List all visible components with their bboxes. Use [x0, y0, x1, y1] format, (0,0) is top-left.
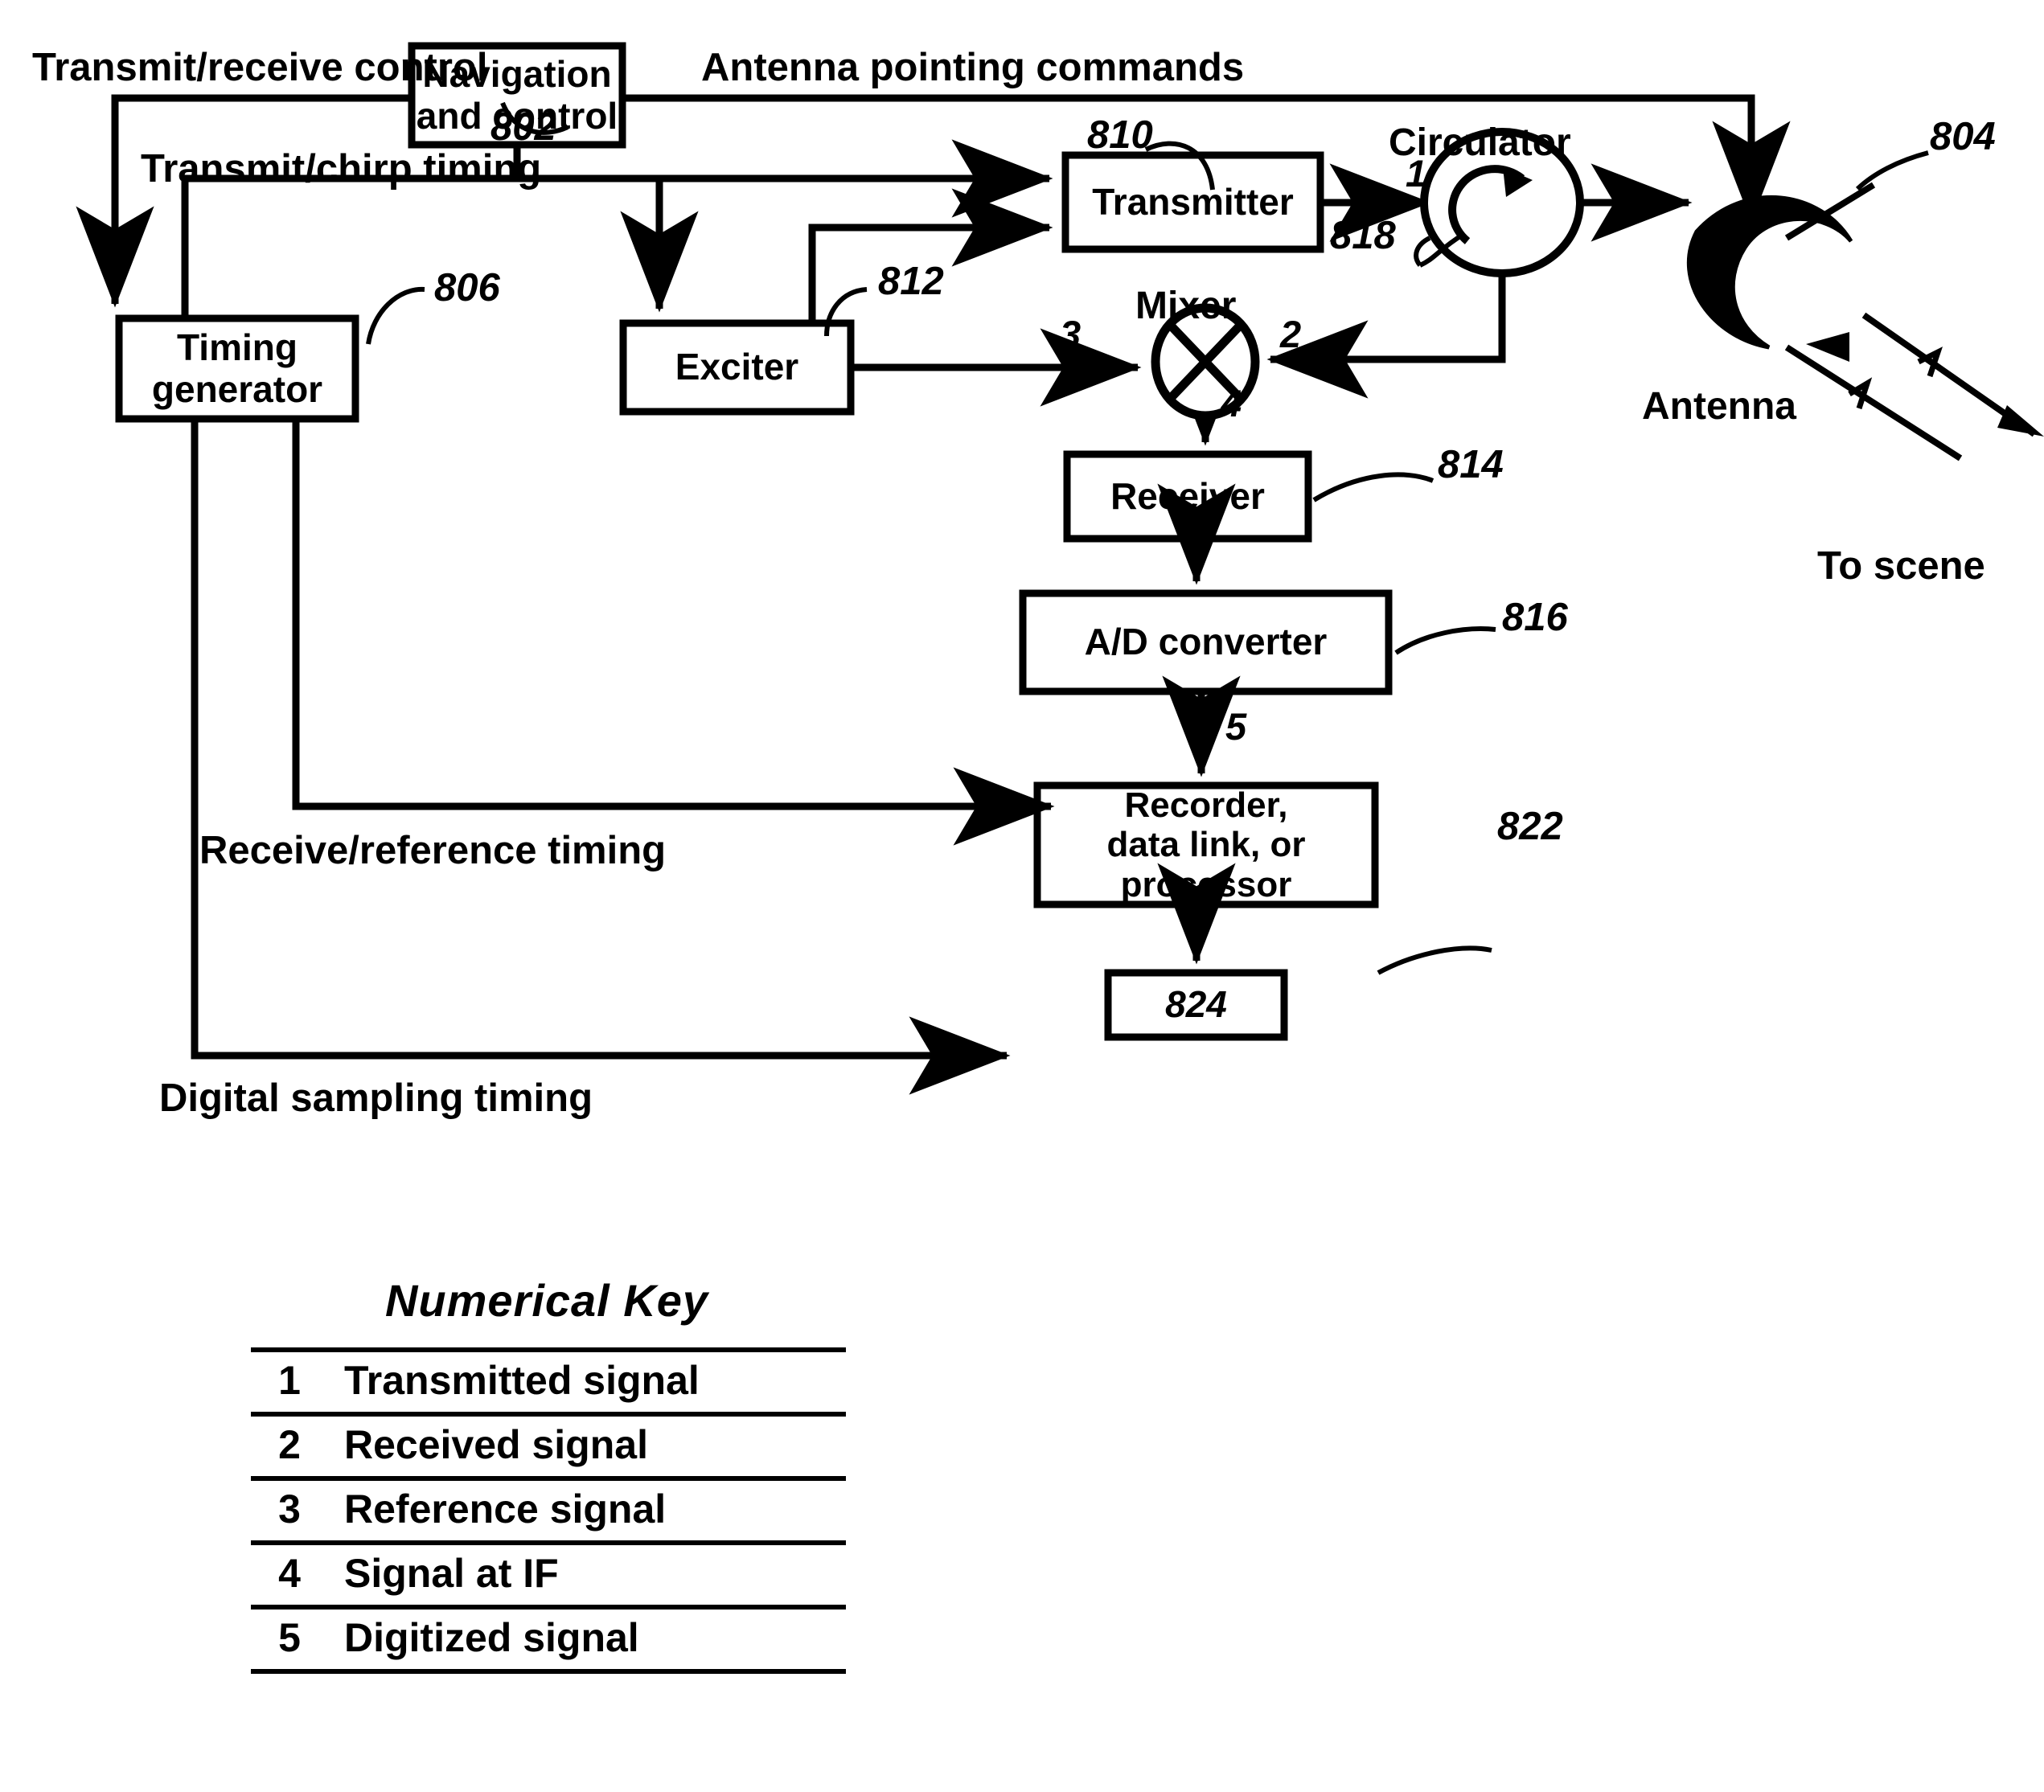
- antenna-pointing-commands-label: Antenna pointing commands: [701, 46, 1245, 89]
- diagram-canvas: Navigation and control Timing generator …: [0, 0, 2044, 1792]
- antenna-dish-icon[interactable]: [1686, 195, 1853, 350]
- table-row: 5 Digitized signal: [251, 1605, 846, 1674]
- reference-numeral-804: 804: [1930, 115, 1996, 158]
- digital-sampling-timing-label: Digital sampling timing: [159, 1076, 593, 1120]
- signal-number-1: 1: [1406, 152, 1427, 195]
- transmit-receive-control-label: Transmit/receive control: [32, 46, 488, 89]
- to-scene-label: To scene: [1817, 544, 1985, 588]
- leader-804: [1855, 150, 1929, 191]
- table-row: 1 Transmitted signal: [251, 1347, 846, 1417]
- terminal-824-label: 824: [1165, 983, 1227, 1026]
- recorder-label: Recorder, data link, or processor: [1106, 785, 1306, 904]
- wire-transmit-receive-control: [76, 94, 412, 308]
- antenna-label: Antenna: [1642, 385, 1796, 428]
- leader-814: [1312, 472, 1434, 502]
- leader-822: [1377, 945, 1492, 975]
- signal-number-2: 2: [1280, 313, 1302, 355]
- receive-reference-timing-label: Receive/reference timing: [199, 829, 667, 872]
- beam-arrowhead-return-icon: [1806, 332, 1849, 362]
- signal-number-5: 5: [1225, 705, 1247, 748]
- key-description: Digitized signal: [328, 1605, 846, 1674]
- key-number: 2: [251, 1412, 328, 1481]
- ad-converter-label: A/D converter: [1084, 621, 1328, 663]
- signal-number-3: 3: [1060, 313, 1082, 355]
- table-row: 3 Reference signal: [251, 1476, 846, 1545]
- key-description: Reference signal: [328, 1476, 846, 1545]
- mixer-label: Mixer: [1135, 285, 1237, 327]
- reference-numeral-812: 812: [878, 260, 944, 303]
- transmitter-label: Transmitter: [1092, 180, 1294, 223]
- leader-818: [893, 872, 907, 905]
- key-number: 3: [251, 1476, 328, 1545]
- leader-816: [1394, 626, 1496, 655]
- transmit-chirp-timing-label: Transmit/chirp timing: [141, 147, 542, 191]
- numerical-key-table: 1 Transmitted signal 2 Received signal 3…: [251, 1347, 846, 1674]
- key-description: Received signal: [328, 1412, 846, 1481]
- reference-numeral-818: 818: [1330, 214, 1396, 257]
- key-description: Signal at IF: [328, 1540, 846, 1610]
- leader-806: [366, 286, 425, 345]
- reference-numeral-816: 816: [1502, 596, 1568, 639]
- reference-numeral-814: 814: [1438, 443, 1504, 486]
- timing-generator-label: Timing generator: [151, 326, 323, 410]
- wire-receive-reference-timing: [292, 419, 1055, 846]
- reference-numeral-806: 806: [434, 266, 500, 310]
- key-number: 5: [251, 1605, 328, 1674]
- key-number: 1: [251, 1347, 328, 1417]
- wire-digital-sampling-timing: [191, 419, 1011, 1095]
- exciter-label: Exciter: [675, 346, 799, 388]
- key-description: Transmitted signal: [328, 1347, 846, 1417]
- receiver-label: Receiver: [1110, 474, 1265, 517]
- reference-numeral-802: 802: [490, 105, 556, 149]
- numerical-key: Numerical Key 1 Transmitted signal 2 Rec…: [241, 1274, 852, 1674]
- table-row: 2 Received signal: [251, 1412, 846, 1481]
- reference-numeral-810: 810: [1087, 113, 1153, 157]
- numerical-key-title: Numerical Key: [384, 1275, 709, 1326]
- table-row: 4 Signal at IF: [251, 1540, 846, 1610]
- key-number: 4: [251, 1540, 328, 1610]
- reference-numeral-822: 822: [1497, 805, 1563, 848]
- signal-number-4: 4: [1221, 382, 1242, 424]
